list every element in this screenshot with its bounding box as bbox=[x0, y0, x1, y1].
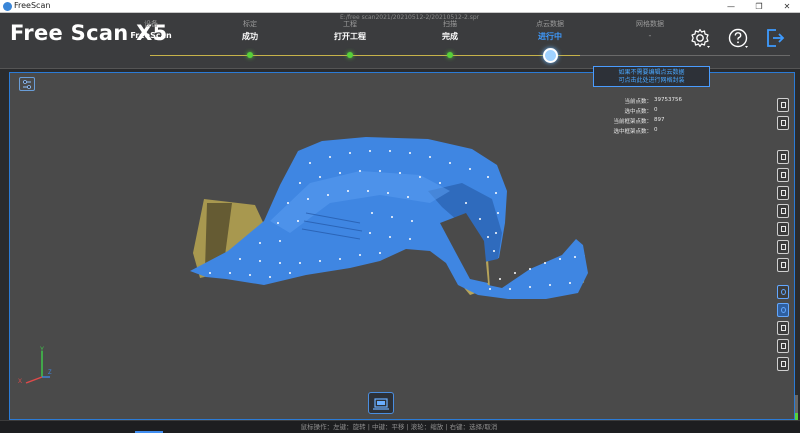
tool-render-mode[interactable] bbox=[777, 285, 789, 299]
step-scan[interactable]: 扫描 完成 bbox=[415, 19, 485, 42]
invert-selection-icon bbox=[781, 226, 786, 232]
step-device-value: FreeScan bbox=[130, 31, 172, 40]
step-device-label: 设备 bbox=[144, 20, 158, 28]
close-button[interactable]: ✕ bbox=[774, 0, 800, 13]
scanner-view-button[interactable] bbox=[368, 392, 394, 414]
step-point-cloud-active-indicator bbox=[543, 48, 558, 63]
step-calibration-label: 标定 bbox=[243, 20, 257, 28]
step-calibration[interactable]: 标定 成功 bbox=[215, 19, 285, 42]
tool-layers[interactable] bbox=[777, 339, 789, 353]
app-logo-icon bbox=[3, 2, 12, 11]
axis-x-label: X bbox=[18, 379, 22, 385]
cube-iso-icon bbox=[781, 120, 786, 126]
copy-icon bbox=[781, 208, 786, 214]
step-point-cloud-label: 点云数据 bbox=[536, 20, 564, 28]
help-icon[interactable] bbox=[727, 27, 749, 49]
tool-delete[interactable] bbox=[777, 186, 789, 200]
step-project-done-indicator bbox=[347, 52, 353, 58]
workflow-progress-line bbox=[150, 55, 580, 56]
step-calibration-value: 成功 bbox=[242, 32, 258, 41]
grid-icon bbox=[781, 361, 786, 367]
step-mesh-value: - bbox=[648, 31, 652, 40]
status-bar: 鼠标操作：左键：旋转 | 中键：平移 | 滚轮：缩放 | 右键：选择/取消 bbox=[0, 420, 800, 433]
step-mesh[interactable]: 网格数据 - bbox=[615, 19, 685, 40]
tool-view-iso[interactable] bbox=[777, 116, 789, 130]
window-title-bar: FreeScan — ❐ ✕ bbox=[0, 0, 800, 13]
tool-grid[interactable] bbox=[777, 357, 789, 371]
cube-front-icon bbox=[781, 102, 786, 108]
axis-gizmo: Y X Z bbox=[18, 347, 52, 385]
tool-export[interactable] bbox=[777, 258, 789, 272]
minimize-button[interactable]: — bbox=[718, 0, 744, 13]
axis-y-label: Y bbox=[40, 347, 44, 353]
step-device-done-indicator bbox=[247, 52, 253, 58]
3d-viewport[interactable]: 如果不需要编辑点云数据 可点击此处进行网格封装 当前点数： 39753756 选… bbox=[9, 66, 798, 433]
step-point-cloud-value: 进行中 bbox=[538, 32, 562, 41]
step-mesh-label: 网格数据 bbox=[636, 20, 664, 28]
export-icon bbox=[781, 262, 786, 268]
header: Free Scan X5 E:/free scan2021/20210512-2… bbox=[0, 13, 800, 69]
tool-copy[interactable] bbox=[777, 204, 789, 218]
tool-clear[interactable] bbox=[777, 240, 789, 254]
tool-invert[interactable] bbox=[777, 222, 789, 236]
step-scan-done-indicator bbox=[447, 52, 453, 58]
settings-icon[interactable] bbox=[689, 27, 711, 49]
scanner-icon bbox=[373, 398, 389, 410]
workflow-progress-line-remaining bbox=[580, 55, 790, 56]
select-through-icon bbox=[781, 172, 786, 178]
tool-render-texture[interactable] bbox=[777, 303, 789, 317]
mouse-hint-text: 鼠标操作：左键：旋转 | 中键：平移 | 滚轮：缩放 | 右键：选择/取消 bbox=[300, 423, 498, 431]
step-project-label: 工程 bbox=[343, 20, 357, 28]
tool-sphere[interactable] bbox=[777, 321, 789, 335]
step-device[interactable]: 设备 FreeScan bbox=[116, 19, 186, 40]
point-cloud-model bbox=[190, 137, 588, 299]
select-icon bbox=[781, 154, 786, 160]
step-scan-label: 扫描 bbox=[443, 20, 457, 28]
render-mode-icon bbox=[781, 289, 786, 295]
window-title: FreeScan bbox=[14, 1, 51, 10]
exit-icon[interactable] bbox=[764, 27, 786, 49]
tool-select[interactable] bbox=[777, 150, 789, 164]
texture-icon bbox=[781, 307, 786, 313]
clear-selection-icon bbox=[781, 244, 786, 250]
layers-icon bbox=[781, 343, 786, 349]
step-project[interactable]: 工程 打开工程 bbox=[315, 19, 385, 42]
step-project-value: 打开工程 bbox=[334, 32, 366, 41]
sphere-icon bbox=[781, 325, 786, 331]
step-scan-value: 完成 bbox=[442, 32, 458, 41]
step-point-cloud[interactable]: 点云数据 进行中 bbox=[515, 19, 585, 42]
tool-select-through[interactable] bbox=[777, 168, 789, 182]
delete-icon bbox=[781, 190, 786, 196]
tool-view-front[interactable] bbox=[777, 98, 789, 112]
maximize-button[interactable]: ❐ bbox=[746, 0, 772, 13]
axis-z-label: Z bbox=[48, 370, 52, 376]
app-root: FreeScan — ❐ ✕ Free Scan X5 E:/free scan… bbox=[0, 0, 800, 433]
